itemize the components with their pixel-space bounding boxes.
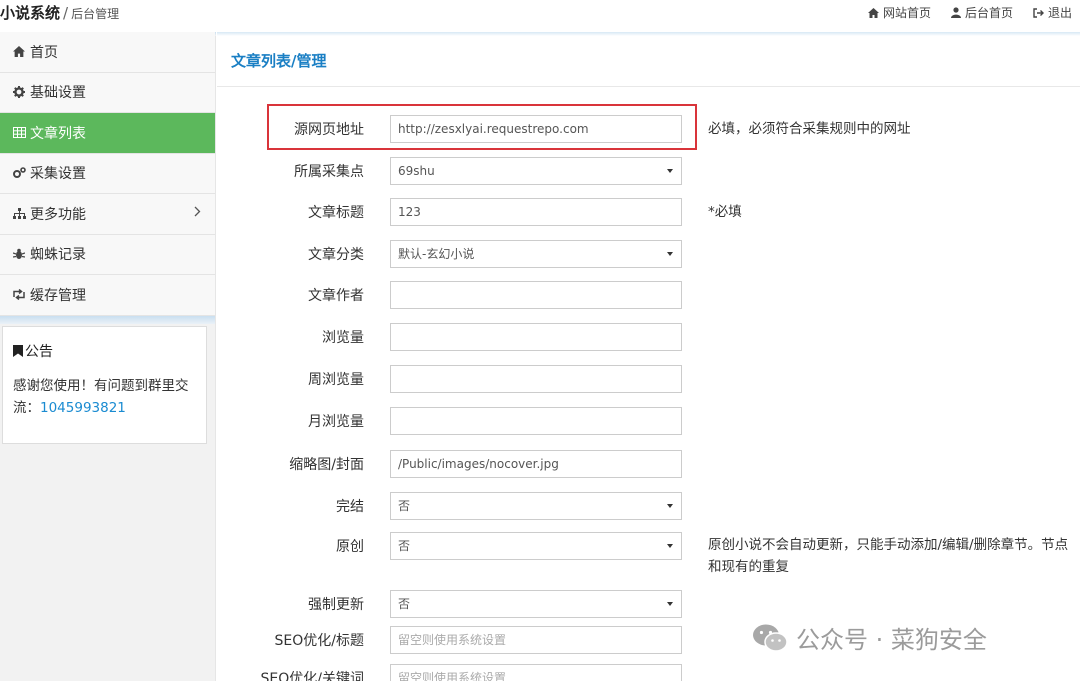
sidebar-item-article-list[interactable]: 文章列表 [0,113,215,154]
field-help: 原创小说不会自动更新，只能手动添加/编辑/删除章节。节点 和现有的重复 [708,534,1080,578]
watermark-text: 公众号 · 菜狗安全 [796,626,987,654]
field-label: 原创 [336,539,364,555]
sidebar-item-home[interactable]: 首页 [0,32,215,73]
cover-input[interactable]: /Public/images/nocover.jpg [390,450,682,478]
field-label: SEO优化/关键词 [260,671,364,681]
sidebar-item-label: 蜘蛛记录 [30,247,86,264]
field-label: 缩略图/封面 [289,457,364,473]
select-value: 否 [398,499,411,513]
bookmark-icon [13,344,23,357]
gear-icon [12,85,26,99]
select-value: 否 [398,597,411,611]
sidebar-item-label: 采集设置 [30,166,86,183]
home-icon [867,7,879,18]
select-value: 69shu [398,164,435,178]
title-separator: / [63,4,69,22]
retweet-icon [12,288,26,302]
caret-down-icon [667,252,673,256]
caret-down-icon [667,602,673,606]
nav-logout[interactable]: 退出 [1033,4,1072,21]
field-help: *必填 [708,204,742,220]
page-title: 文章列表/管理 [231,52,327,70]
sidebar-menu: 首页 基础设置 文章列表 采集设置 更多功能 蜘蛛记录 缓存管理 [0,32,215,316]
original-select[interactable]: 否 [390,532,682,560]
field-label: 文章作者 [308,288,364,304]
field-help: 必填，必须符合采集规则中的网址 [708,121,911,137]
nav-logout-label: 退出 [1047,6,1072,20]
sidebar-item-label: 更多功能 [30,206,86,223]
sidebar-divider [0,315,215,324]
sidebar-item-label: 缓存管理 [30,287,86,304]
force-update-select[interactable]: 否 [390,590,682,618]
chevron-right-icon [194,206,201,217]
nav-admin-home[interactable]: 后台首页 [950,4,1013,21]
nav-site-home-label: 网站首页 [882,6,931,20]
notice-panel: 公告 感谢您使用！有问题到群里交流：1045993821 [2,325,207,444]
top-nav: 网站首页 后台首页 退出 [867,4,1072,21]
table-icon [12,126,26,140]
user-icon [950,7,961,18]
home-icon [12,45,26,59]
nav-admin-home-label: 后台首页 [964,6,1013,20]
finished-select[interactable]: 否 [390,492,682,520]
field-help-line: 原创小说不会自动更新，只能手动添加/编辑/删除章节。节点 [708,537,1069,553]
wechat-icon [753,624,788,652]
notice-title-text: 公告 [25,343,53,360]
field-label: 浏览量 [322,330,364,346]
source-url-input[interactable]: http://zesxlyai.requestrepo.com [390,115,682,143]
seo-title-input[interactable]: 留空则使用系统设置 [390,626,682,654]
collect-source-select[interactable]: 69shu [390,157,682,185]
author-input[interactable] [390,281,682,309]
bug-icon [12,247,26,261]
caret-down-icon [667,169,673,173]
gears-icon [12,166,26,180]
monthly-views-input[interactable] [390,407,682,435]
field-label: 文章标题 [308,205,364,221]
article-title-input[interactable]: 123 [390,198,682,226]
nav-site-home[interactable]: 网站首页 [867,4,931,21]
field-label: 强制更新 [308,597,364,613]
caret-down-icon [667,504,673,508]
sidebar-item-collect-settings[interactable]: 采集设置 [0,153,215,194]
notice-title: 公告 [13,341,196,361]
sidebar-item-spider-log[interactable]: 蜘蛛记录 [0,234,215,275]
logout-icon [1033,7,1044,18]
field-label: SEO优化/标题 [274,633,364,649]
app-subtitle: 后台管理 [71,7,120,21]
caret-down-icon [667,544,673,548]
field-label: 所属采集点 [294,164,364,180]
field-label: 源网页地址 [294,122,364,138]
sidebar-item-cache[interactable]: 缓存管理 [0,275,215,316]
field-help-line: 和现有的重复 [708,559,789,575]
title-divider [217,86,1080,87]
brand[interactable]: 小说系统 / 后台管理 [0,2,119,23]
top-bar: 小说系统 / 后台管理 网站首页 后台首页 退出 [0,0,1080,30]
sidebar-item-label: 首页 [30,44,58,61]
field-label: 文章分类 [308,247,364,263]
main-content: 文章列表/管理 源网页地址 http://zesxlyai.requestrep… [217,32,1080,681]
sidebar-item-basic-settings[interactable]: 基础设置 [0,72,215,113]
select-value: 否 [398,539,411,553]
app-title: 小说系统 [0,4,61,22]
notice-qq-number[interactable]: 1045993821 [40,400,126,416]
field-label: 周浏览量 [308,372,364,388]
field-label: 月浏览量 [308,414,364,430]
weekly-views-input[interactable] [390,365,682,393]
notice-text: 感谢您使用！有问题到群里交流：1045993821 [13,375,196,419]
sitemap-icon [12,207,26,221]
watermark: 公众号 · 菜狗安全 [752,620,987,655]
select-value: 默认-玄幻小说 [398,247,475,261]
views-input[interactable] [390,323,682,351]
sidebar: 首页 基础设置 文章列表 采集设置 更多功能 蜘蛛记录 缓存管理 公告 感谢您使… [0,32,216,681]
field-label: 完结 [336,499,364,515]
sidebar-item-label: 文章列表 [30,125,86,142]
sidebar-item-more-features[interactable]: 更多功能 [0,194,215,235]
seo-keywords-input[interactable]: 留空则使用系统设置 [390,664,682,681]
sidebar-item-label: 基础设置 [30,85,86,102]
category-select[interactable]: 默认-玄幻小说 [390,240,682,268]
